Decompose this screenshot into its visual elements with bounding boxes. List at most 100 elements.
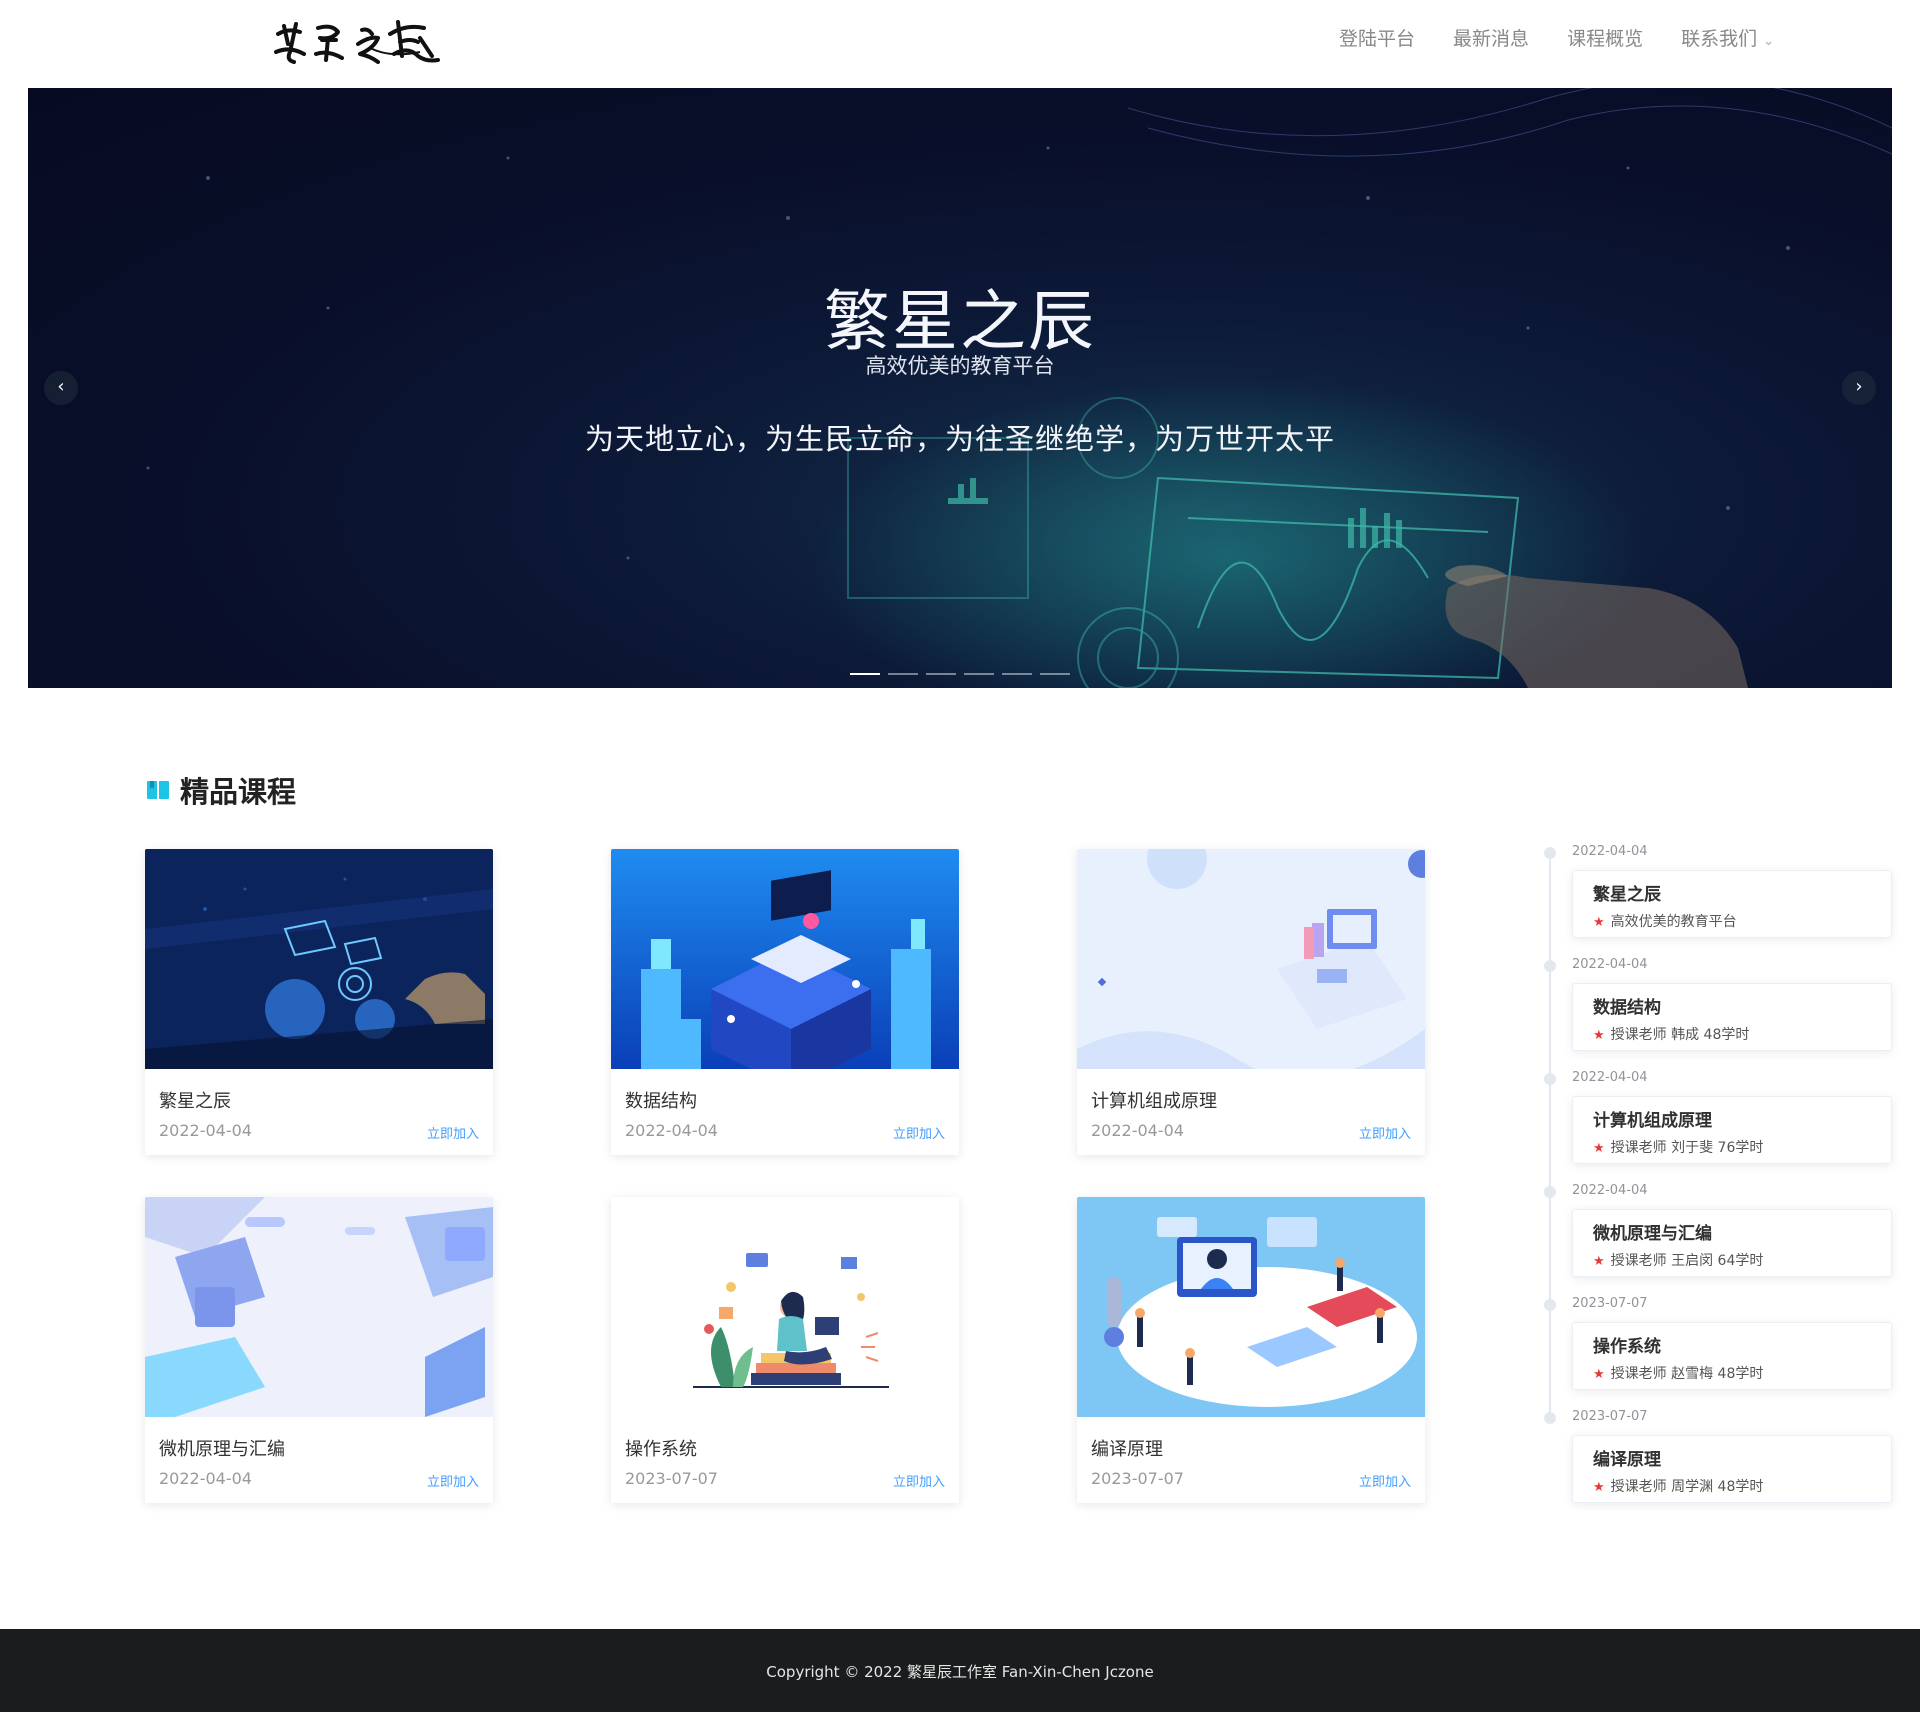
banner-background-image xyxy=(146,88,1892,688)
timeline-dot xyxy=(1544,1073,1556,1085)
timeline-course-name: 繁星之辰 xyxy=(1593,885,1661,905)
star-icon: ★ xyxy=(1593,1480,1605,1495)
join-course-link[interactable]: 立即加入 xyxy=(1359,1123,1411,1142)
timeline-dot xyxy=(1544,1299,1556,1311)
star-icon: ★ xyxy=(1593,1367,1605,1382)
main-nav: 登陆平台 最新消息 课程概览 联系我们 ⌄ xyxy=(1339,24,1774,57)
carousel-next-button[interactable]: › xyxy=(1842,371,1876,405)
carousel-indicator[interactable] xyxy=(1002,673,1032,675)
timeline-date: 2022-04-04 xyxy=(1572,1183,1648,1198)
chevron-left-icon: ‹ xyxy=(57,376,65,397)
course-card[interactable]: 繁星之辰 2022-04-04 立即加入 xyxy=(145,849,493,1155)
course-date: 2022-04-04 xyxy=(1091,1121,1184,1140)
course-title: 微机原理与汇编 xyxy=(159,1439,285,1460)
timeline-course-name: 操作系统 xyxy=(1593,1337,1661,1357)
course-card[interactable]: 数据结构 2022-04-04 立即加入 xyxy=(611,849,959,1155)
site-logo[interactable] xyxy=(270,8,460,78)
nav-contact-label: 联系我们 xyxy=(1681,28,1758,50)
timeline-course-desc: ★ 授课老师 刘于斐 76学时 xyxy=(1593,1137,1763,1157)
course-card[interactable]: 计算机组成原理 2022-04-04 立即加入 xyxy=(1077,849,1425,1155)
carousel-indicators xyxy=(850,673,1070,675)
timeline-course-desc: ★ 授课老师 周学渊 48学时 xyxy=(1593,1476,1763,1496)
timeline-course-name: 编译原理 xyxy=(1593,1450,1661,1470)
course-title: 操作系统 xyxy=(625,1439,697,1460)
footer-copyright: Copyright © 2022 繁星辰工作室 Fan-Xin-Chen Jcz… xyxy=(766,1663,1154,1681)
join-course-link[interactable]: 立即加入 xyxy=(427,1471,479,1490)
course-date: 2023-07-07 xyxy=(625,1469,718,1488)
timeline-line xyxy=(1549,852,1551,1422)
timeline-dot xyxy=(1544,847,1556,859)
course-date: 2022-04-04 xyxy=(159,1121,252,1140)
nav-news[interactable]: 最新消息 xyxy=(1453,24,1529,57)
join-course-link[interactable]: 立即加入 xyxy=(1359,1471,1411,1490)
nav-news-label: 最新消息 xyxy=(1453,28,1530,50)
timeline-date: 2022-04-04 xyxy=(1572,1070,1648,1085)
timeline-course-name: 数据结构 xyxy=(1593,998,1661,1018)
carousel-indicator[interactable] xyxy=(964,673,994,675)
course-date: 2022-04-04 xyxy=(159,1469,252,1488)
banner-subtitle: 高效优美的教育平台 xyxy=(865,354,1055,378)
timeline-desc-text: 授课老师 王启闵 64学时 xyxy=(1610,1253,1764,1269)
timeline-desc-text: 授课老师 周学渊 48学时 xyxy=(1610,1479,1764,1495)
site-header: 登陆平台 最新消息 课程概览 联系我们 ⌄ xyxy=(0,0,1920,88)
carousel-indicator[interactable] xyxy=(888,673,918,675)
timeline-dot xyxy=(1544,1412,1556,1424)
course-date: 2023-07-07 xyxy=(1091,1469,1184,1488)
join-course-link[interactable]: 立即加入 xyxy=(893,1471,945,1490)
banner-motto: 为天地立心，为生民立命，为往圣继绝学，为万世开太平 xyxy=(584,422,1335,456)
star-icon: ★ xyxy=(1593,1028,1605,1043)
timeline-course-desc: ★ 授课老师 赵雪梅 48学时 xyxy=(1593,1363,1763,1383)
timeline-date: 2022-04-04 xyxy=(1572,844,1648,859)
timeline-card[interactable]: 数据结构 ★ 授课老师 韩成 48学时 xyxy=(1572,983,1892,1051)
timeline-date: 2023-07-07 xyxy=(1572,1409,1648,1424)
timeline-card[interactable]: 编译原理 ★ 授课老师 周学渊 48学时 xyxy=(1572,1435,1892,1503)
timeline-course-desc: ★ 授课老师 韩成 48学时 xyxy=(1593,1024,1749,1044)
timeline-desc-text: 授课老师 韩成 48学时 xyxy=(1610,1027,1750,1043)
section-title: 精品课程 xyxy=(180,775,297,809)
timeline-desc-text: 授课老师 赵雪梅 48学时 xyxy=(1610,1366,1764,1382)
timeline-date: 2023-07-07 xyxy=(1572,1296,1648,1311)
chevron-down-icon: ⌄ xyxy=(1763,34,1774,49)
course-image xyxy=(611,1197,959,1417)
course-card[interactable]: 微机原理与汇编 2022-04-04 立即加入 xyxy=(145,1197,493,1503)
timeline-card[interactable]: 微机原理与汇编 ★ 授课老师 王启闵 64学时 xyxy=(1572,1209,1892,1277)
course-title: 繁星之辰 xyxy=(159,1091,231,1112)
chevron-right-icon: › xyxy=(1855,376,1863,397)
carousel-prev-button[interactable]: ‹ xyxy=(44,371,78,405)
star-icon: ★ xyxy=(1593,915,1605,930)
course-card[interactable]: 编译原理 2023-07-07 立即加入 xyxy=(1077,1197,1425,1503)
join-course-link[interactable]: 立即加入 xyxy=(427,1123,479,1142)
timeline-course-desc: ★ 授课老师 王启闵 64学时 xyxy=(1593,1250,1763,1270)
nav-contact[interactable]: 联系我们 ⌄ xyxy=(1681,24,1774,57)
carousel-indicator[interactable] xyxy=(850,673,880,675)
course-image xyxy=(145,1197,493,1417)
course-image xyxy=(145,849,493,1069)
timeline-date: 2022-04-04 xyxy=(1572,957,1648,972)
course-date: 2022-04-04 xyxy=(625,1121,718,1140)
star-icon: ★ xyxy=(1593,1141,1605,1156)
nav-login[interactable]: 登陆平台 xyxy=(1339,24,1415,57)
timeline-desc-text: 高效优美的教育平台 xyxy=(1610,914,1737,930)
timeline-card[interactable]: 操作系统 ★ 授课老师 赵雪梅 48学时 xyxy=(1572,1322,1892,1390)
course-image xyxy=(1077,1197,1425,1417)
timeline-course-desc: ★ 高效优美的教育平台 xyxy=(1593,911,1737,931)
course-title: 计算机组成原理 xyxy=(1091,1091,1217,1112)
course-image xyxy=(1077,849,1425,1069)
site-footer: Copyright © 2022 繁星辰工作室 Fan-Xin-Chen Jcz… xyxy=(0,1629,1920,1712)
timeline-dot xyxy=(1544,960,1556,972)
nav-courses[interactable]: 课程概览 xyxy=(1567,24,1643,57)
featured-courses-heading: 精品课程 xyxy=(146,770,296,810)
timeline-card[interactable]: 计算机组成原理 ★ 授课老师 刘于斐 76学时 xyxy=(1572,1096,1892,1164)
course-image xyxy=(611,849,959,1069)
carousel-indicator[interactable] xyxy=(1040,673,1070,675)
join-course-link[interactable]: 立即加入 xyxy=(893,1123,945,1142)
star-icon: ★ xyxy=(1593,1254,1605,1269)
course-title: 编译原理 xyxy=(1091,1439,1163,1460)
timeline-course-name: 微机原理与汇编 xyxy=(1593,1224,1712,1244)
hero-carousel: 繁星之辰 高效优美的教育平台 为天地立心，为生民立命，为往圣继绝学，为万世开太平… xyxy=(28,88,1892,688)
course-card[interactable]: 操作系统 2023-07-07 立即加入 xyxy=(611,1197,959,1503)
book-icon xyxy=(147,781,169,799)
timeline-card[interactable]: 繁星之辰 ★ 高效优美的教育平台 xyxy=(1572,870,1892,938)
nav-courses-label: 课程概览 xyxy=(1567,28,1644,50)
carousel-indicator[interactable] xyxy=(926,673,956,675)
